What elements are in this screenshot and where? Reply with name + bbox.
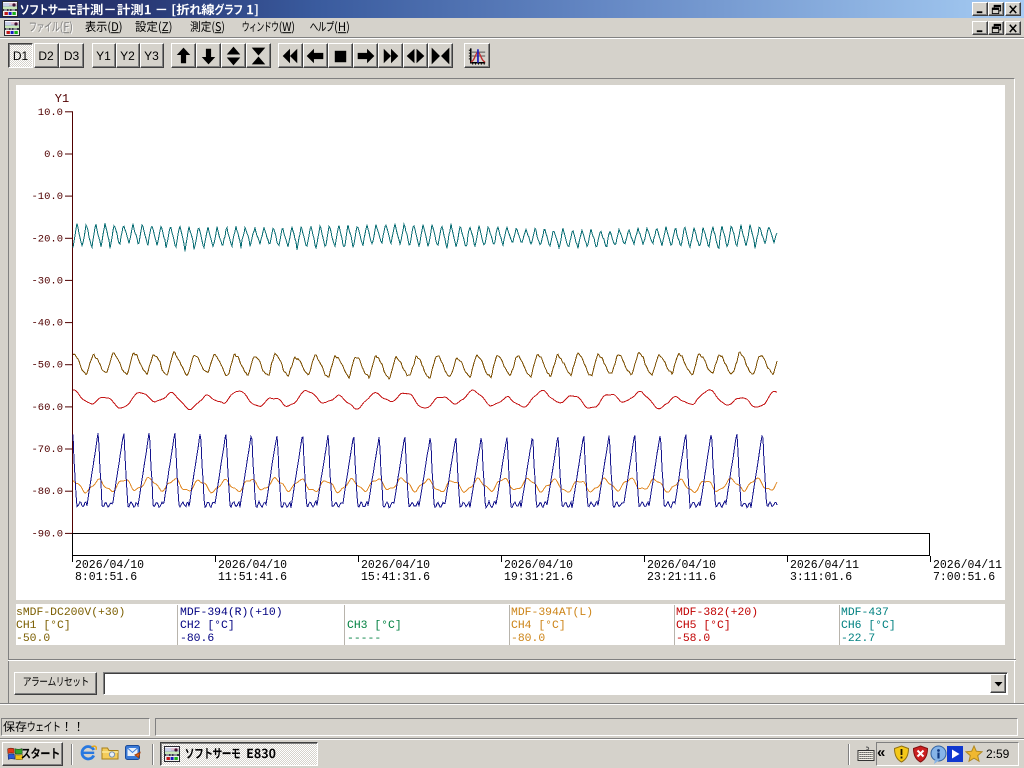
svg-text:-70.0: -70.0 bbox=[31, 444, 63, 456]
svg-text:-90.0: -90.0 bbox=[31, 528, 63, 540]
svg-text:0.0: 0.0 bbox=[44, 149, 63, 161]
svg-text:-50.0: -50.0 bbox=[31, 360, 63, 372]
svg-text:8:01:51.6: 8:01:51.6 bbox=[75, 571, 137, 584]
svg-text:-20.0: -20.0 bbox=[31, 233, 63, 245]
svg-text:-30.0: -30.0 bbox=[31, 275, 63, 287]
svg-text:-80.0: -80.0 bbox=[31, 486, 63, 498]
svg-text:23:21:11.6: 23:21:11.6 bbox=[647, 571, 716, 584]
svg-text:7:00:51.6: 7:00:51.6 bbox=[933, 571, 995, 584]
svg-text:15:41:31.6: 15:41:31.6 bbox=[361, 571, 430, 584]
svg-text:19:31:21.6: 19:31:21.6 bbox=[504, 571, 573, 584]
svg-text:-60.0: -60.0 bbox=[31, 402, 63, 414]
svg-text:3:11:01.6: 3:11:01.6 bbox=[790, 571, 852, 584]
svg-text:10.0: 10.0 bbox=[38, 107, 63, 119]
svg-text:-10.0: -10.0 bbox=[31, 191, 63, 203]
svg-text:11:51:41.6: 11:51:41.6 bbox=[218, 571, 287, 584]
svg-text:Y1: Y1 bbox=[55, 92, 69, 106]
svg-text:-40.0: -40.0 bbox=[31, 318, 63, 330]
